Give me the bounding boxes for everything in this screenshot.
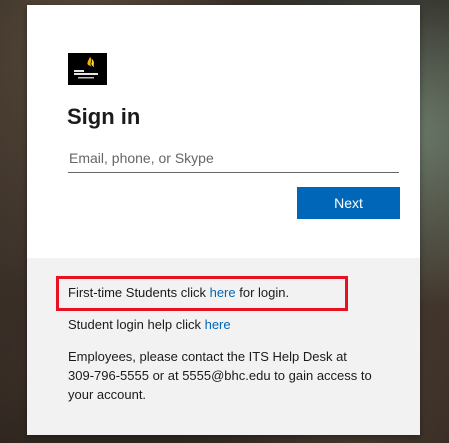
email-field[interactable]	[68, 143, 399, 173]
page-title: Sign in	[67, 104, 141, 129]
college-logo-icon	[68, 53, 107, 85]
highlight-box	[56, 276, 348, 311]
employees-line-3: your account.	[68, 387, 147, 402]
signin-card: Sign in Next First-time Students click h…	[27, 5, 420, 435]
student-help-line: Student login help click here	[68, 315, 231, 335]
next-button[interactable]: Next	[297, 187, 400, 219]
email-field-wrapper	[68, 143, 399, 173]
signin-panel: Sign in Next	[27, 5, 420, 258]
help-prefix: Student login help click	[68, 317, 205, 332]
employees-line-1: Employees, please contact the ITS Help D…	[68, 349, 347, 364]
employees-line-2: 309-796-5555 or at 5555@bhc.edu to gain …	[68, 368, 372, 383]
help-here-link[interactable]: here	[205, 317, 231, 332]
